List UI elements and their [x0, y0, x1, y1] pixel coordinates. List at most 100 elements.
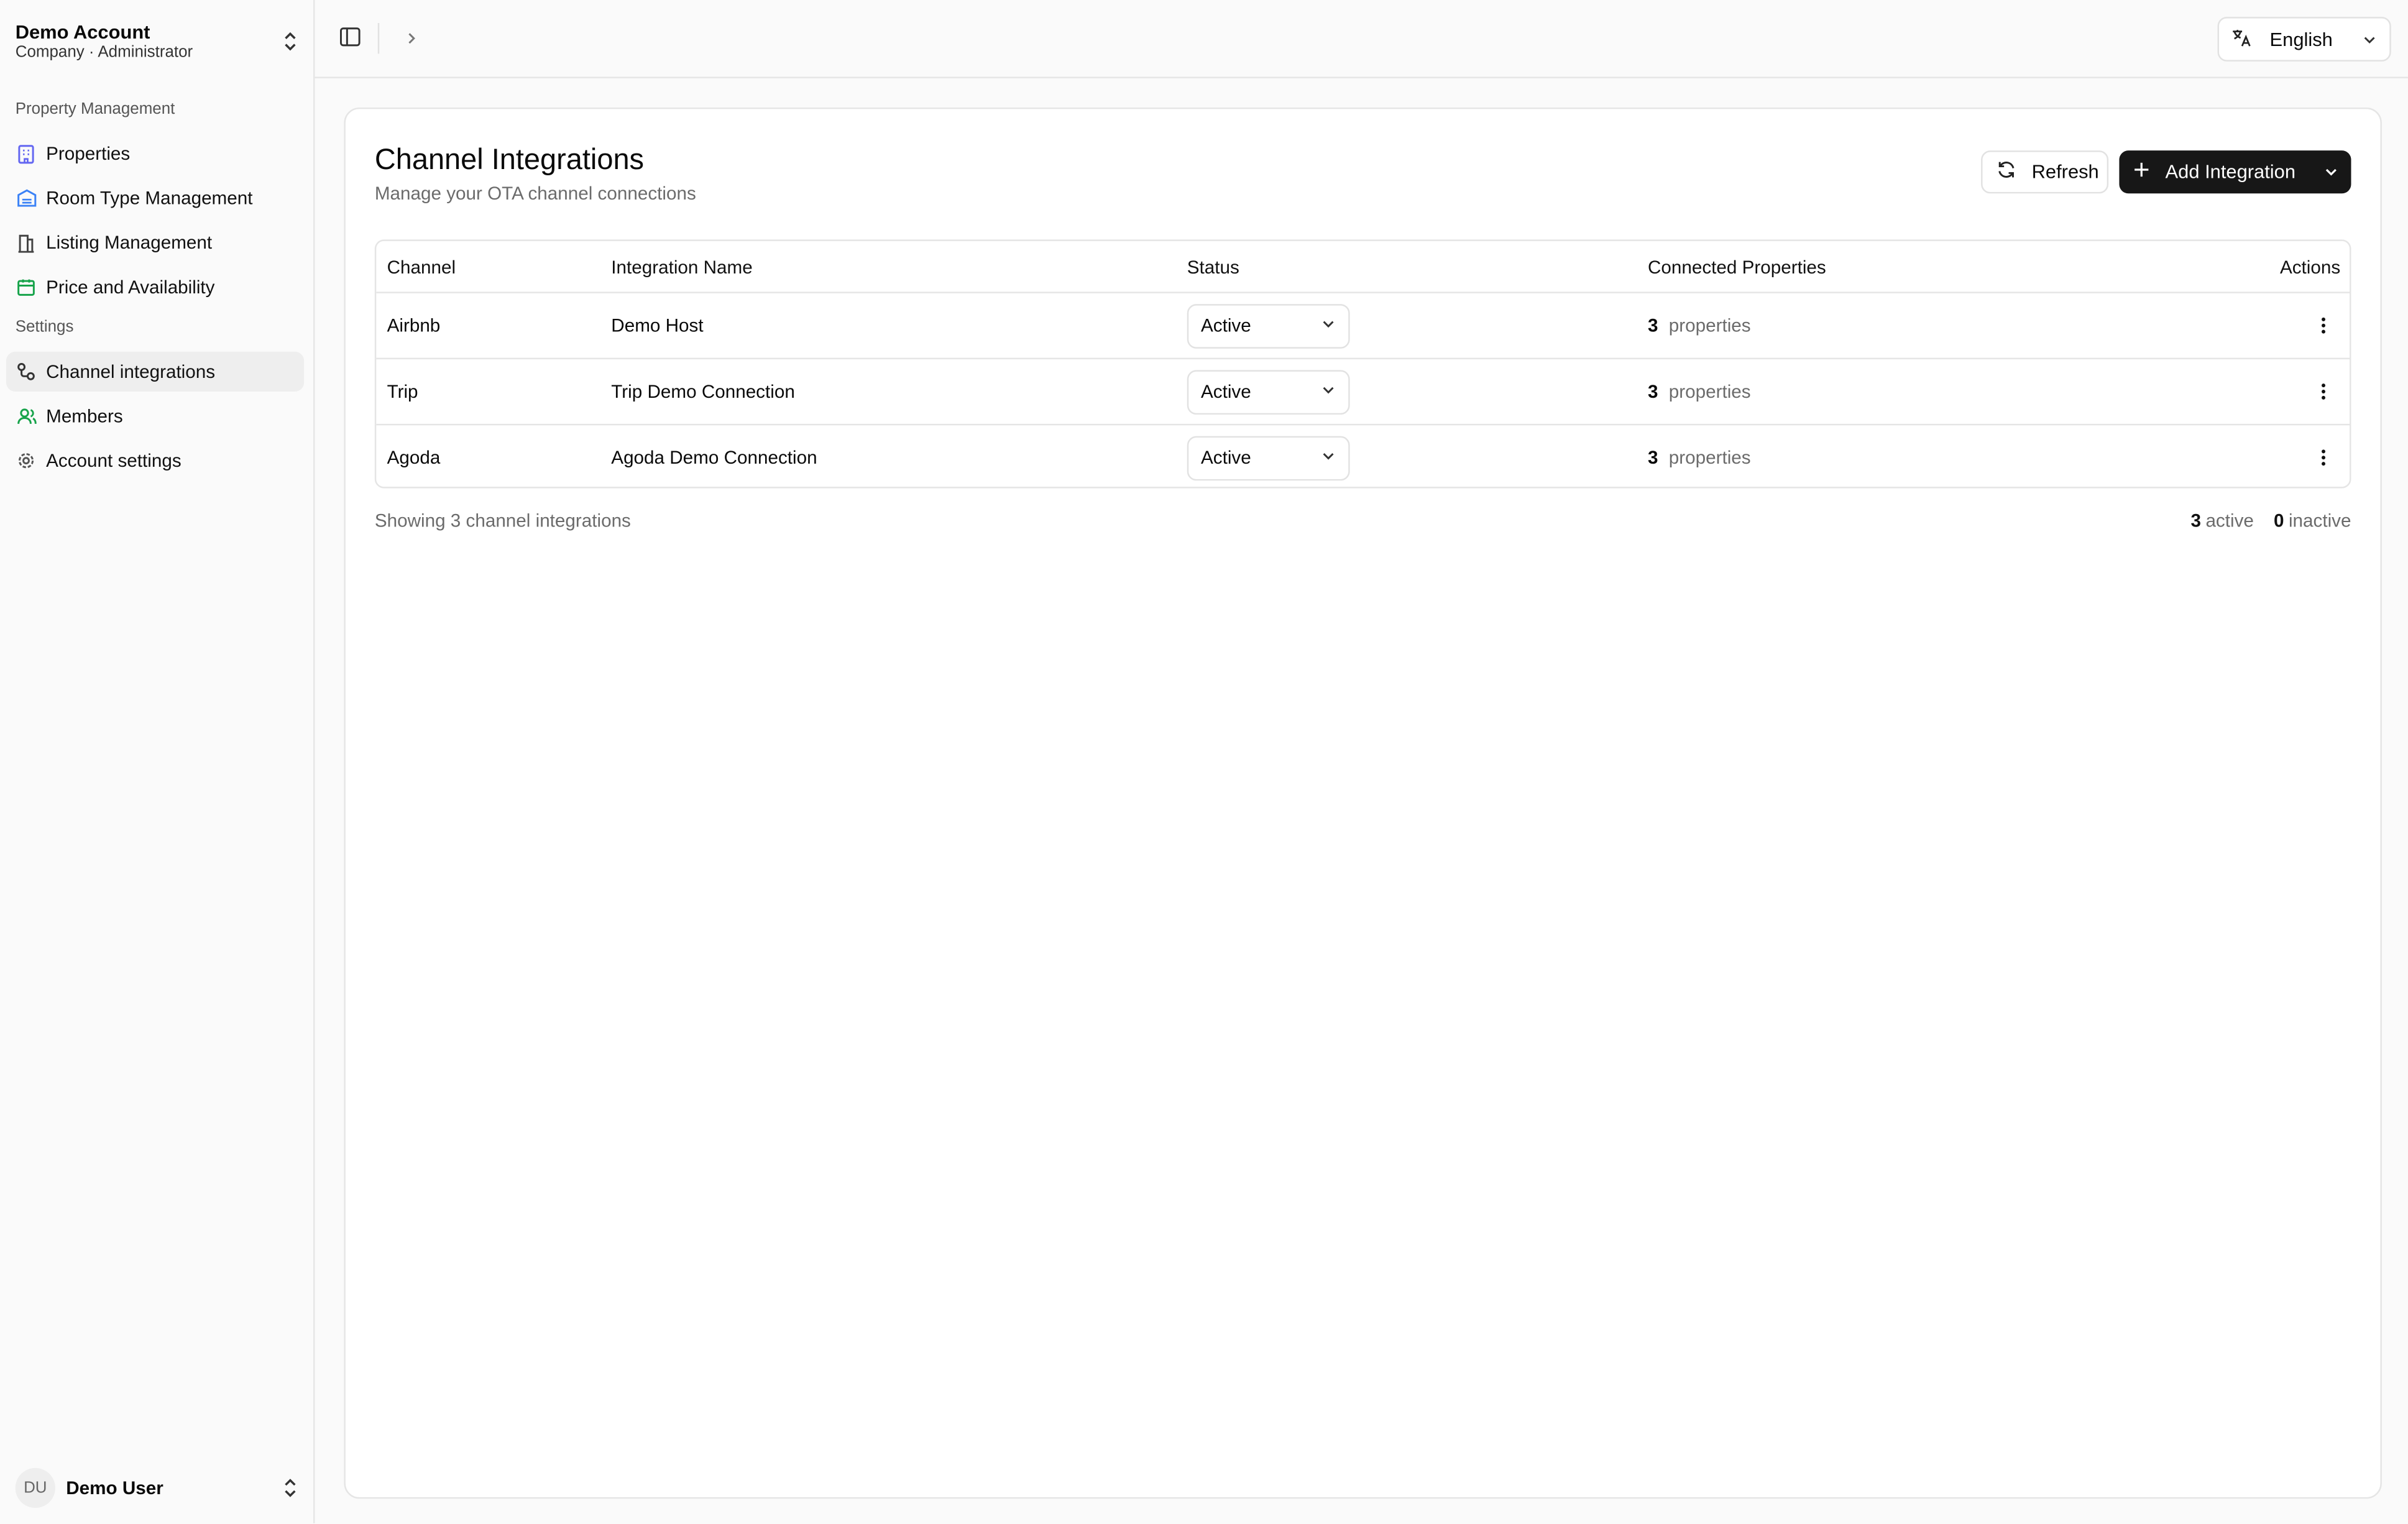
- group-label-settings: Settings: [15, 318, 74, 337]
- language-value: English: [2269, 28, 2333, 50]
- sidebar-item-channel-integrations[interactable]: Channel integrations: [6, 351, 305, 392]
- column-header-actions: Actions: [2279, 255, 2341, 277]
- status-cell: Active: [1187, 359, 1350, 424]
- column-header-channel: Channel: [387, 255, 456, 277]
- status-select[interactable]: Active: [1187, 435, 1350, 480]
- integration-name-cell: Demo Host: [611, 314, 704, 337]
- actions-cell: [2307, 425, 2340, 487]
- properties-unit: properties: [1668, 446, 1751, 469]
- actions-cell: [2307, 293, 2340, 358]
- breadcrumb-chevron-right-icon: [404, 27, 420, 49]
- active-count: 3: [2190, 510, 2202, 531]
- account-switcher[interactable]: Demo Account Company · Administrator: [16, 19, 298, 65]
- users-icon: [16, 405, 37, 427]
- status-cell: Active: [1187, 293, 1350, 358]
- refresh-button[interactable]: Refresh: [1981, 150, 2109, 194]
- divider: [377, 23, 380, 54]
- hotel-icon: [16, 187, 37, 209]
- connected-properties-cell: 3 properties: [1647, 425, 1751, 487]
- refresh-label: Refresh: [2031, 161, 2099, 183]
- table-header: Channel Integration Name Status Connecte…: [376, 241, 2350, 292]
- column-header-integration-name: Integration Name: [611, 255, 753, 277]
- properties-unit: properties: [1668, 314, 1751, 337]
- sidebar-item-price-availability[interactable]: Price and Availability: [6, 267, 304, 307]
- active-label: active: [2205, 510, 2254, 531]
- add-integration-button[interactable]: Add Integration: [2119, 150, 2351, 194]
- user-name: Demo User: [66, 1477, 163, 1499]
- language-select[interactable]: English: [2217, 17, 2391, 62]
- integration-name-cell: Trip Demo Connection: [611, 380, 795, 403]
- sidebar-item-label: Channel integrations: [46, 360, 216, 383]
- channel-cell: Airbnb: [387, 314, 441, 337]
- chevron-down-icon: [1321, 381, 1336, 403]
- sidebar-item-room-types[interactable]: Room Type Management: [6, 178, 304, 218]
- building-icon: [16, 143, 37, 165]
- sidebar-item-label: Price and Availability: [46, 276, 215, 298]
- sidebar-item-label: Room Type Management: [46, 187, 253, 209]
- sidebar-item-listings[interactable]: Listing Management: [6, 223, 304, 262]
- connected-properties-cell: 3 properties: [1648, 293, 1751, 358]
- inactive-label: inactive: [2288, 510, 2351, 531]
- status-select[interactable]: Active: [1187, 303, 1350, 348]
- properties-count: 3: [1647, 380, 1658, 403]
- integration-name-cell: Agoda Demo Connection: [611, 446, 817, 469]
- channel-cell: Trip: [387, 380, 418, 403]
- account-name: Demo Account: [15, 21, 150, 42]
- column-header-status: Status: [1187, 255, 1239, 277]
- channel-cell: Agoda: [387, 446, 441, 469]
- showing-count: Showing 3 channel integrations: [374, 510, 631, 531]
- account-role: Company · Administrator: [15, 42, 193, 61]
- sidebar-toggle-icon[interactable]: [339, 26, 361, 48]
- inactive-count: 0: [2274, 510, 2284, 531]
- more-vertical-icon[interactable]: [2307, 309, 2340, 342]
- sidebar-item-label: Listing Management: [46, 232, 213, 254]
- top-bar: English: [315, 0, 2408, 79]
- plus-icon: [2133, 161, 2150, 183]
- status-value: Active: [1201, 446, 1251, 469]
- chevron-down-icon[interactable]: [2323, 164, 2339, 180]
- listing-icon: [16, 232, 37, 254]
- chevron-down-icon: [1321, 314, 1336, 336]
- chevrons-up-down-icon: [283, 30, 298, 52]
- app-window: Demo Account Company · Administrator Pro…: [0, 0, 2408, 1523]
- sidebar-item-label: Members: [46, 405, 123, 427]
- sidebar-item-label: Account settings: [46, 449, 182, 472]
- user-menu[interactable]: DU Demo User: [15, 1466, 298, 1509]
- more-vertical-icon[interactable]: [2307, 441, 2340, 474]
- table-row: Trip Trip Demo Connection Active 3 prope…: [376, 357, 2350, 424]
- sidebar-item-properties[interactable]: Properties: [6, 134, 304, 173]
- more-vertical-icon[interactable]: [2307, 375, 2340, 408]
- chevron-down-icon: [1321, 447, 1336, 469]
- add-integration-label: Add Integration: [2165, 161, 2296, 183]
- page-title: Channel Integrations: [374, 144, 645, 177]
- status-select[interactable]: Active: [1187, 369, 1350, 414]
- chevron-down-icon: [2362, 32, 2378, 47]
- group-label-property-management: Property Management: [15, 99, 175, 119]
- actions-cell: [2307, 359, 2340, 424]
- status-cell: Active: [1187, 425, 1350, 487]
- sidebar-item-members[interactable]: Members: [6, 396, 304, 436]
- refresh-icon: [1997, 160, 2016, 185]
- status-value: Active: [1201, 380, 1251, 403]
- gear-icon: [16, 450, 37, 472]
- table-row: Agoda Agoda Demo Connection Active 3 pro…: [376, 423, 2350, 487]
- avatar: DU: [15, 1467, 55, 1508]
- properties-count: 3: [1647, 446, 1658, 469]
- chevrons-up-down-icon: [283, 1477, 298, 1499]
- page-subtitle: Manage your OTA channel connections: [374, 183, 696, 204]
- main-area: English Channel Integrations Manage your…: [315, 0, 2408, 1523]
- integrations-table: Channel Integration Name Status Connecte…: [374, 239, 2351, 489]
- status-summary: 3 active 0 inactive: [2191, 510, 2351, 531]
- status-value: Active: [1201, 314, 1251, 337]
- sidebar-item-account-settings[interactable]: Account settings: [6, 441, 304, 480]
- properties-count: 3: [1647, 314, 1658, 337]
- column-header-connected-properties: Connected Properties: [1647, 255, 1826, 277]
- properties-unit: properties: [1668, 380, 1751, 403]
- translate-icon: [2231, 27, 2251, 52]
- connected-properties-cell: 3 properties: [1648, 359, 1751, 424]
- table-row: Airbnb Demo Host Active 3 properties: [376, 291, 2350, 357]
- sidebar: Demo Account Company · Administrator Pro…: [0, 0, 315, 1523]
- calendar-icon: [16, 277, 37, 298]
- sidebar-item-label: Properties: [46, 142, 131, 165]
- integrations-card: Channel Integrations Manage your OTA cha…: [344, 107, 2382, 1499]
